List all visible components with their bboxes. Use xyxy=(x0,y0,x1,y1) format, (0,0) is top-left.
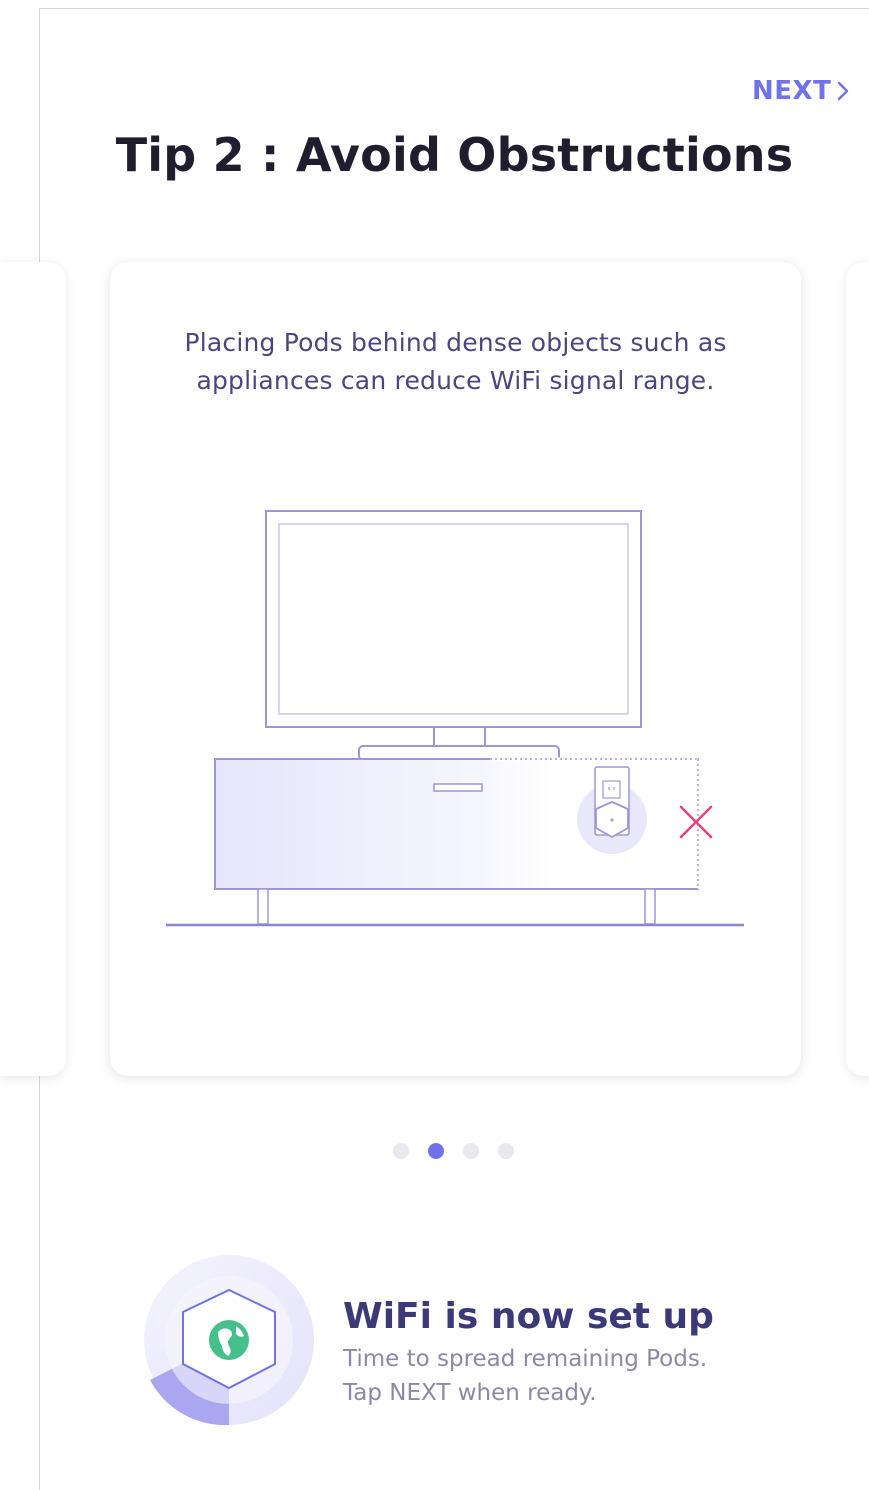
page-dot-3[interactable] xyxy=(463,1143,479,1159)
drawer-handle xyxy=(433,783,483,792)
page-title: Tip 2 : Avoid Obstructions xyxy=(115,128,794,182)
status-line-1: Time to spread remaining Pods. xyxy=(343,1346,708,1372)
tv-screen xyxy=(278,523,629,715)
screen: NEXT Tip 2 : Avoid Obstructions Placing … xyxy=(0,0,869,1490)
page-dot-2[interactable] xyxy=(428,1143,444,1159)
tip-card[interactable]: Placing Pods behind dense objects such a… xyxy=(110,262,801,1076)
page-dot-4[interactable] xyxy=(498,1143,514,1159)
cabinet-leg-left xyxy=(257,888,269,925)
pagination-dots xyxy=(393,1143,514,1159)
pod-with-globe-icon xyxy=(144,1255,314,1426)
tv-on-cabinet-with-pod-illustration xyxy=(166,510,744,927)
top-divider xyxy=(40,8,869,9)
chevron-right-icon xyxy=(838,81,849,101)
status-title: WiFi is now set up xyxy=(343,1296,714,1337)
next-button-label: NEXT xyxy=(752,76,832,106)
page-dot-1[interactable] xyxy=(393,1143,409,1159)
next-tip-card[interactable] xyxy=(846,262,869,1076)
next-button[interactable]: NEXT xyxy=(752,74,851,108)
cabinet-leg-right xyxy=(644,888,656,925)
previous-tip-card[interactable] xyxy=(0,262,66,1076)
setup-status: WiFi is now set up Time to spread remain… xyxy=(140,1252,840,1432)
status-line-2: Tap NEXT when ready. xyxy=(343,1380,597,1406)
